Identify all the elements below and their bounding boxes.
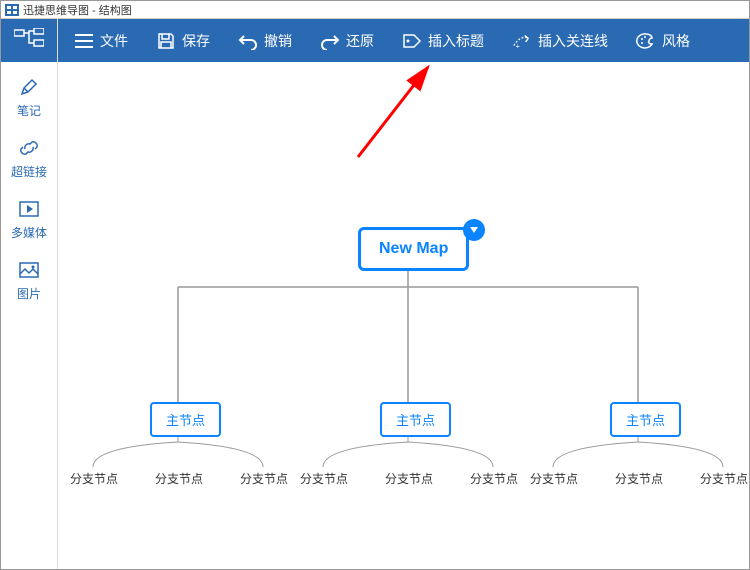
redo-icon	[320, 31, 340, 51]
play-icon	[18, 198, 40, 220]
leaf-1-2[interactable]: 分支节点	[155, 470, 203, 487]
sidebar-item-hyperlink[interactable]: 超链接	[11, 137, 47, 180]
toolbar-insert-connector[interactable]: + 插入关连线	[502, 27, 618, 55]
main-node-1[interactable]: 主节点	[150, 402, 221, 437]
toolbar-label-redo: 还原	[346, 31, 374, 51]
toolbar-redo[interactable]: 还原	[310, 27, 384, 55]
root-node-dropdown-icon[interactable]	[463, 219, 485, 241]
connector-icon: +	[512, 31, 532, 51]
toolbar-label-style: 风格	[662, 31, 690, 51]
window-title: 迅捷思维导图 - 结构图	[23, 2, 132, 18]
main-node-2[interactable]: 主节点	[380, 402, 451, 437]
sidebar-item-image[interactable]: 图片	[17, 259, 41, 302]
window-titlebar: 迅捷思维导图 - 结构图	[1, 1, 749, 19]
toolbar-undo[interactable]: 撤销	[228, 27, 302, 55]
toolbar-label-file: 文件	[100, 31, 128, 51]
toolbar-save[interactable]: 保存	[146, 27, 220, 55]
leaf-2-1[interactable]: 分支节点	[300, 470, 348, 487]
leaf-1-3[interactable]: 分支节点	[240, 470, 288, 487]
main-toolbar: 文件 保存 撤销 还原 插入标题 + 插入关连线	[58, 19, 749, 62]
save-icon	[156, 31, 176, 51]
pencil-icon	[18, 76, 40, 98]
undo-icon	[238, 31, 258, 51]
svg-text:+: +	[516, 41, 520, 50]
tag-icon	[402, 31, 422, 51]
toolbar-label-insert-title: 插入标题	[428, 31, 484, 51]
sidebar-label-hyperlink: 超链接	[11, 163, 47, 180]
toolbar-style[interactable]: 风格	[626, 27, 700, 55]
sidebar-item-multimedia[interactable]: 多媒体	[11, 198, 47, 241]
root-node-label: New Map	[379, 240, 448, 257]
image-icon	[18, 259, 40, 281]
logo-cell	[1, 19, 57, 62]
link-icon	[18, 137, 40, 159]
root-node[interactable]: New Map	[358, 227, 469, 271]
leaf-1-1[interactable]: 分支节点	[70, 470, 118, 487]
hamburger-icon	[74, 31, 94, 51]
sidebar-label-note: 笔记	[17, 102, 41, 119]
toolbar-label-save: 保存	[182, 31, 210, 51]
leaf-3-3[interactable]: 分支节点	[700, 470, 748, 487]
leaf-2-2[interactable]: 分支节点	[385, 470, 433, 487]
left-column: 笔记 超链接 多媒体 图片	[1, 19, 58, 569]
connector-lines	[58, 62, 749, 562]
palette-icon	[636, 31, 656, 51]
sidebar-label-image: 图片	[17, 285, 41, 302]
sidebar-label-multimedia: 多媒体	[11, 224, 47, 241]
leaf-3-1[interactable]: 分支节点	[530, 470, 578, 487]
mindmap-canvas[interactable]: New Map 主节点 主节点 主节点 分支节点 分支节点 分支节点 分支节点 …	[58, 62, 749, 569]
mindmap-logo-icon	[14, 28, 44, 54]
toolbar-file[interactable]: 文件	[64, 27, 138, 55]
toolbar-label-undo: 撤销	[264, 31, 292, 51]
leaf-2-3[interactable]: 分支节点	[470, 470, 518, 487]
toolbar-insert-title[interactable]: 插入标题	[392, 27, 494, 55]
annotation-arrow-icon	[348, 62, 448, 167]
sidebar-item-note[interactable]: 笔记	[17, 76, 41, 119]
app-icon	[5, 4, 19, 16]
main-node-3[interactable]: 主节点	[610, 402, 681, 437]
leaf-3-2[interactable]: 分支节点	[615, 470, 663, 487]
toolbar-label-insert-connector: 插入关连线	[538, 31, 608, 51]
